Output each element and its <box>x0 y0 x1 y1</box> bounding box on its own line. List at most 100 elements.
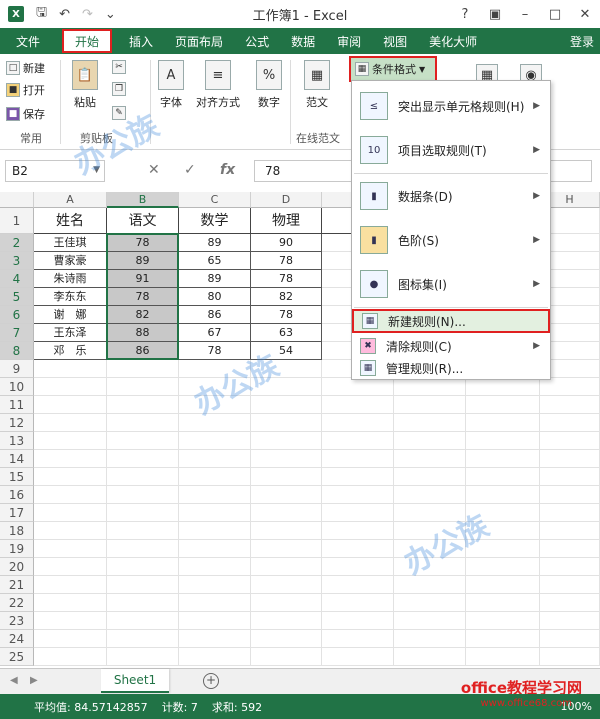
cell[interactable] <box>466 576 540 594</box>
table-cell[interactable]: 86 <box>107 342 179 360</box>
row-header[interactable]: 5 <box>0 288 34 306</box>
cell[interactable] <box>251 576 322 594</box>
next-sheet-icon[interactable]: ▶ <box>30 675 38 686</box>
cell[interactable] <box>179 360 251 378</box>
cell[interactable] <box>179 558 251 576</box>
cell[interactable] <box>251 504 322 522</box>
column-header-d[interactable]: D <box>251 192 322 208</box>
cell[interactable] <box>179 648 251 666</box>
close-icon[interactable]: ✕ <box>570 0 600 28</box>
tab-beautify[interactable]: 美化大师 <box>418 29 488 53</box>
cell[interactable] <box>322 378 394 396</box>
cell[interactable] <box>179 612 251 630</box>
column-header-a[interactable]: A <box>34 192 107 208</box>
cell[interactable] <box>179 396 251 414</box>
cell[interactable] <box>394 378 466 396</box>
tab-data[interactable]: 数据 <box>280 29 326 53</box>
save-button[interactable]: ■ 保存 <box>6 106 45 122</box>
table-header-cell[interactable]: 姓名 <box>34 208 107 234</box>
cell[interactable] <box>540 396 600 414</box>
menu-data-bars[interactable]: ▮ 数据条(D) ▶ <box>352 177 550 215</box>
table-cell[interactable]: 王佳琪 <box>34 234 107 252</box>
cell[interactable] <box>107 360 179 378</box>
cell[interactable] <box>107 612 179 630</box>
cell[interactable] <box>107 396 179 414</box>
column-header-c[interactable]: C <box>179 192 251 208</box>
cell[interactable] <box>394 558 466 576</box>
cell[interactable] <box>394 594 466 612</box>
table-header-cell[interactable]: 语文 <box>107 208 179 234</box>
cell[interactable] <box>466 648 540 666</box>
cell[interactable] <box>179 486 251 504</box>
cell[interactable] <box>107 504 179 522</box>
menu-clear-rules[interactable]: ✖ 清除规则(C) ▶ <box>352 335 550 357</box>
cell[interactable] <box>466 378 540 396</box>
cell[interactable] <box>251 468 322 486</box>
table-cell[interactable]: 邓 乐 <box>34 342 107 360</box>
cell[interactable] <box>34 576 107 594</box>
cell[interactable] <box>394 396 466 414</box>
cell[interactable] <box>179 504 251 522</box>
tab-page-layout[interactable]: 页面布局 <box>164 29 234 53</box>
cell[interactable] <box>322 486 394 504</box>
cell[interactable] <box>179 594 251 612</box>
tab-insert[interactable]: 插入 <box>118 29 164 53</box>
cell[interactable] <box>107 576 179 594</box>
cell[interactable] <box>34 450 107 468</box>
cell[interactable] <box>251 594 322 612</box>
cell[interactable] <box>107 486 179 504</box>
table-cell[interactable]: 67 <box>179 324 251 342</box>
cell[interactable] <box>107 558 179 576</box>
tab-formulas[interactable]: 公式 <box>234 29 280 53</box>
cell[interactable] <box>394 540 466 558</box>
table-cell[interactable]: 78 <box>251 270 322 288</box>
template-button[interactable]: ▦ 范文 <box>304 60 330 110</box>
cell[interactable] <box>34 630 107 648</box>
cell[interactable] <box>394 486 466 504</box>
cell[interactable] <box>107 378 179 396</box>
cell[interactable] <box>179 450 251 468</box>
table-cell[interactable]: 65 <box>179 252 251 270</box>
cell[interactable] <box>322 414 394 432</box>
row-header[interactable]: 18 <box>0 522 34 540</box>
cell[interactable] <box>394 576 466 594</box>
row-header[interactable]: 23 <box>0 612 34 630</box>
tab-home[interactable]: 开始 <box>62 29 113 53</box>
cell[interactable] <box>179 630 251 648</box>
cell[interactable] <box>466 486 540 504</box>
number-button[interactable]: % 数字 <box>256 60 282 110</box>
cell[interactable] <box>179 378 251 396</box>
table-cell[interactable]: 78 <box>107 288 179 306</box>
table-cell[interactable]: 86 <box>179 306 251 324</box>
cell[interactable] <box>322 540 394 558</box>
row-header[interactable]: 12 <box>0 414 34 432</box>
cell[interactable] <box>34 468 107 486</box>
cell[interactable] <box>540 450 600 468</box>
row-header[interactable]: 17 <box>0 504 34 522</box>
cell[interactable] <box>107 594 179 612</box>
help-icon[interactable]: ? <box>450 0 480 28</box>
cell[interactable] <box>540 504 600 522</box>
minimize-icon[interactable]: – <box>510 0 540 28</box>
cell[interactable] <box>394 432 466 450</box>
cell[interactable] <box>540 576 600 594</box>
cell[interactable] <box>394 468 466 486</box>
cell[interactable] <box>394 504 466 522</box>
cell[interactable] <box>34 612 107 630</box>
cell[interactable] <box>107 468 179 486</box>
cancel-icon[interactable]: ✕ <box>148 162 160 178</box>
cell[interactable] <box>322 450 394 468</box>
cell[interactable] <box>34 540 107 558</box>
cell[interactable] <box>251 486 322 504</box>
table-cell[interactable]: 82 <box>251 288 322 306</box>
menu-icon-sets[interactable]: ● 图标集(I) ▶ <box>352 265 550 303</box>
cell[interactable] <box>107 540 179 558</box>
table-cell[interactable]: 朱诗雨 <box>34 270 107 288</box>
cell[interactable] <box>322 468 394 486</box>
cell[interactable] <box>251 396 322 414</box>
cell[interactable] <box>34 396 107 414</box>
cell[interactable] <box>107 648 179 666</box>
cell[interactable] <box>466 414 540 432</box>
cell[interactable] <box>394 612 466 630</box>
alignment-button[interactable]: ≡ 对齐方式 <box>196 60 240 110</box>
